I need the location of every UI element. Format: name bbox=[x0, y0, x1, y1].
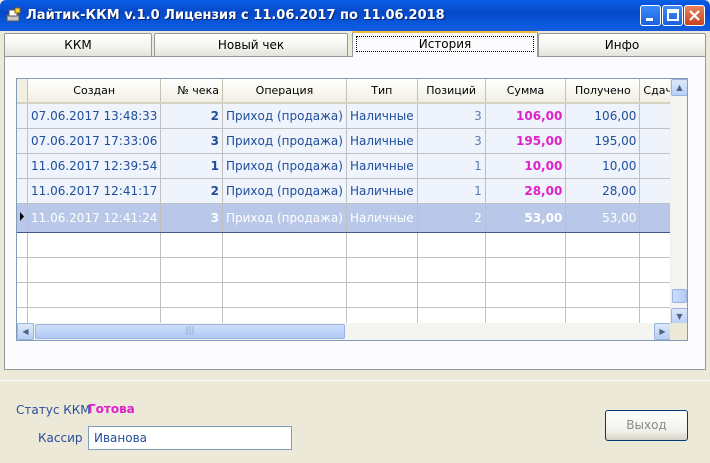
scroll-left-button[interactable]: ◀ bbox=[17, 323, 34, 340]
maximize-button[interactable] bbox=[662, 5, 683, 26]
cell-number: 3 bbox=[160, 202, 223, 233]
vertical-scrollbar[interactable]: ▲ ▼ bbox=[670, 79, 687, 325]
cell-received: 53,00 bbox=[565, 202, 641, 233]
tab-kkm[interactable]: ККМ bbox=[4, 33, 152, 56]
row-indicator bbox=[17, 103, 28, 129]
minimize-button[interactable] bbox=[640, 5, 661, 26]
tab-info[interactable]: Инфо bbox=[538, 33, 706, 56]
cell-operation: Приход (продажа) bbox=[222, 153, 347, 179]
history-grid[interactable]: Создан № чека Операция Тип Позиций Сумма… bbox=[16, 78, 688, 341]
status-value: Готова bbox=[88, 402, 135, 416]
cell-number: 3 bbox=[160, 128, 223, 154]
tab-kkm-label: ККМ bbox=[64, 38, 92, 52]
cell-number: 2 bbox=[160, 178, 223, 204]
cell-sum: 195,00 bbox=[485, 128, 567, 154]
cell-sum: 28,00 bbox=[485, 178, 567, 204]
row-indicator bbox=[17, 202, 28, 233]
scroll-right-icon: ▶ bbox=[659, 327, 666, 336]
scroll-left-icon: ◀ bbox=[22, 327, 29, 336]
scroll-corner bbox=[670, 323, 687, 340]
minimize-icon bbox=[646, 18, 653, 21]
empty-row bbox=[17, 232, 687, 258]
cell-positions: 3 bbox=[417, 103, 486, 129]
column-header[interactable]: Тип bbox=[346, 79, 418, 104]
app-window: Лайтик-ККМ v.1.0 Лицензия с 11.06.2017 п… bbox=[0, 0, 710, 463]
scroll-right-button[interactable]: ▶ bbox=[654, 323, 671, 340]
cell-created: 07.06.2017 17:33:06 bbox=[27, 128, 162, 154]
cell-number: 1 bbox=[160, 153, 223, 179]
cell-operation: Приход (продажа) bbox=[222, 202, 347, 233]
cell-type: Наличные bbox=[346, 153, 418, 179]
history-table: Создан № чека Операция Тип Позиций Сумма… bbox=[17, 79, 687, 333]
cell-positions: 1 bbox=[417, 153, 486, 179]
status-label: Статус ККМ bbox=[16, 403, 91, 417]
column-header[interactable]: Сумма bbox=[485, 79, 567, 104]
cashier-input[interactable] bbox=[88, 426, 292, 450]
horizontal-scroll-thumb[interactable]: ||| bbox=[35, 324, 345, 339]
row-indicator bbox=[17, 153, 28, 179]
cell-sum: 53,00 bbox=[485, 202, 567, 233]
cell-positions: 1 bbox=[417, 178, 486, 204]
tab-history[interactable]: История bbox=[352, 31, 538, 57]
cell-sum: 106,00 bbox=[485, 103, 567, 129]
divider bbox=[0, 380, 710, 381]
title-bar[interactable]: Лайтик-ККМ v.1.0 Лицензия с 11.06.2017 п… bbox=[0, 0, 710, 31]
empty-row bbox=[17, 257, 687, 283]
tab-new-check[interactable]: Новый чек bbox=[154, 33, 348, 56]
column-header[interactable]: Создан bbox=[27, 79, 162, 104]
cell-created: 11.06.2017 12:39:54 bbox=[27, 153, 162, 179]
tab-history-label: История bbox=[355, 36, 535, 52]
cell-created: 07.06.2017 13:48:33 bbox=[27, 103, 162, 129]
cell-sum: 10,00 bbox=[485, 153, 567, 179]
cell-operation: Приход (продажа) bbox=[222, 178, 347, 204]
table-row[interactable]: 11.06.2017 12:41:17 2 Приход (продажа) Н… bbox=[17, 178, 687, 204]
cell-received: 10,00 bbox=[565, 153, 641, 179]
cashier-label: Кассир bbox=[38, 431, 83, 445]
maximize-icon bbox=[667, 9, 679, 21]
cell-positions: 3 bbox=[417, 128, 486, 154]
scroll-up-button[interactable]: ▲ bbox=[671, 79, 687, 96]
table-row[interactable]: 07.06.2017 17:33:06 3 Приход (продажа) Н… bbox=[17, 128, 687, 154]
table-row[interactable]: 11.06.2017 12:39:54 1 Приход (продажа) Н… bbox=[17, 153, 687, 179]
cell-received: 28,00 bbox=[565, 178, 641, 204]
row-indicator-icon bbox=[20, 211, 24, 221]
vertical-scroll-thumb[interactable] bbox=[672, 289, 687, 303]
empty-row bbox=[17, 282, 687, 308]
cell-created: 11.06.2017 12:41:17 bbox=[27, 178, 162, 204]
cell-positions: 2 bbox=[417, 202, 486, 233]
tab-new-check-label: Новый чек bbox=[217, 38, 285, 52]
table-header: Создан № чека Операция Тип Позиций Сумма… bbox=[17, 79, 687, 104]
cell-type: Наличные bbox=[346, 178, 418, 204]
table-row-selected[interactable]: 11.06.2017 12:41:24 3 Приход (продажа) Н… bbox=[17, 202, 687, 233]
column-header[interactable]: Получено bbox=[565, 79, 641, 104]
cell-operation: Приход (продажа) bbox=[222, 128, 347, 154]
table-body: 07.06.2017 13:48:33 2 Приход (продажа) Н… bbox=[17, 103, 687, 333]
cell-type: Наличные bbox=[346, 202, 418, 233]
tab-info-label: Инфо bbox=[604, 38, 640, 52]
row-indicator bbox=[17, 178, 28, 204]
scroll-down-icon: ▼ bbox=[676, 312, 683, 321]
cell-number: 2 bbox=[160, 103, 223, 129]
horizontal-scrollbar[interactable]: ◀ ||| ▶ bbox=[17, 323, 671, 340]
window-title: Лайтик-ККМ v.1.0 Лицензия с 11.06.2017 п… bbox=[26, 8, 445, 23]
tab-strip: ККМ Новый чек История Инфо bbox=[4, 31, 706, 57]
header-indicator bbox=[17, 79, 28, 104]
column-header[interactable]: Позиций bbox=[417, 79, 486, 104]
cell-type: Наличные bbox=[346, 128, 418, 154]
close-icon bbox=[689, 10, 700, 21]
exit-button[interactable]: Выход bbox=[605, 410, 688, 441]
cell-created: 11.06.2017 12:41:24 bbox=[27, 202, 162, 233]
row-indicator bbox=[17, 128, 28, 154]
cell-operation: Приход (продажа) bbox=[222, 103, 347, 129]
table-row[interactable]: 07.06.2017 13:48:33 2 Приход (продажа) Н… bbox=[17, 103, 687, 129]
column-header[interactable]: № чека bbox=[160, 79, 223, 104]
column-header[interactable]: Операция bbox=[222, 79, 347, 104]
cell-type: Наличные bbox=[346, 103, 418, 129]
scroll-up-icon: ▲ bbox=[676, 83, 683, 92]
cell-received: 195,00 bbox=[565, 128, 641, 154]
cell-received: 106,00 bbox=[565, 103, 641, 129]
close-button[interactable] bbox=[684, 5, 705, 26]
app-icon bbox=[6, 7, 21, 22]
